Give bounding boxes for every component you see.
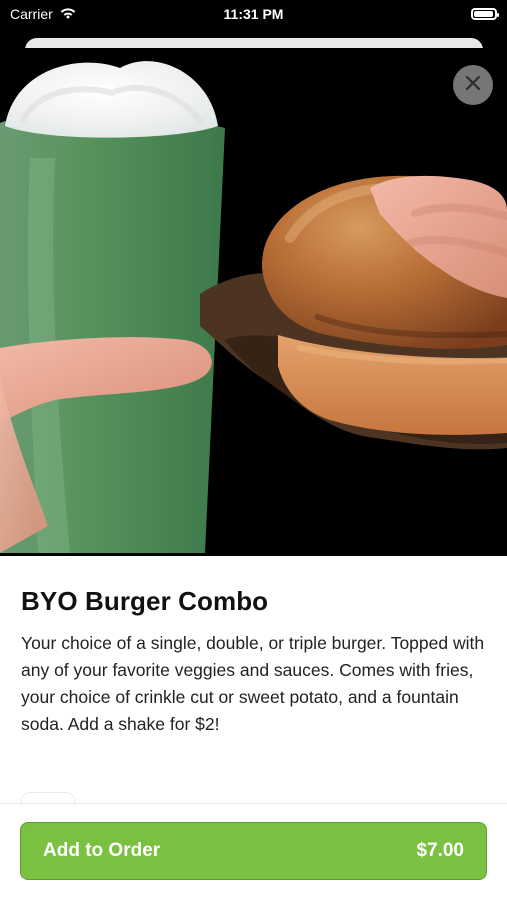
- product-image: [0, 48, 507, 556]
- battery-icon: [471, 8, 499, 20]
- close-icon: [464, 74, 482, 97]
- product-details: BYO Burger Combo Your choice of a single…: [0, 556, 507, 900]
- add-to-order-button[interactable]: Add to Order $7.00: [20, 822, 487, 880]
- close-button[interactable]: [453, 65, 493, 105]
- order-price: $7.00: [416, 840, 464, 861]
- status-left: Carrier: [10, 6, 77, 22]
- carrier-label: Carrier: [10, 6, 53, 22]
- status-bar: Carrier 11:31 PM: [0, 0, 507, 28]
- product-description: Your choice of a single, double, or trip…: [21, 633, 485, 734]
- status-time: 11:31 PM: [223, 6, 284, 22]
- add-to-order-label: Add to Order: [43, 840, 161, 861]
- battery-body: [471, 8, 499, 20]
- product-photo: [0, 48, 507, 556]
- wifi-icon: [59, 6, 77, 22]
- product-title: BYO Burger Combo: [21, 586, 269, 616]
- divider: [0, 803, 507, 804]
